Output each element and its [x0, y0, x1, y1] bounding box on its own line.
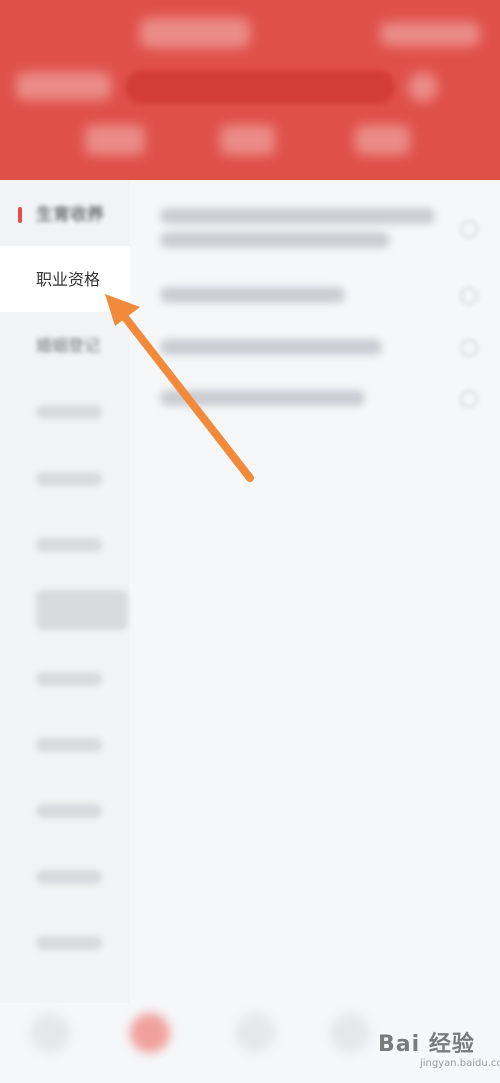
sidebar-item-blurred[interactable]: [36, 738, 102, 752]
watermark-url: jingyan.baidu.com: [420, 1058, 500, 1069]
chevron-right-icon: [460, 339, 478, 357]
sidebar-item-label: 职业资格: [36, 270, 101, 289]
sidebar-item-blurred[interactable]: [36, 672, 102, 686]
location-selector[interactable]: [16, 72, 111, 100]
tab-discover-icon[interactable]: [235, 1013, 275, 1053]
tab-services-icon[interactable]: [130, 1013, 170, 1053]
watermark-logo: Bai 经验: [378, 1032, 475, 1057]
chevron-right-icon: [460, 390, 478, 408]
header-tab-3[interactable]: [355, 125, 410, 155]
sidebar-item-blurred[interactable]: [36, 472, 102, 486]
search-input[interactable]: [125, 70, 395, 104]
chevron-right-icon: [460, 287, 478, 305]
service-item-blurred[interactable]: [160, 287, 345, 303]
sidebar-item-blurred[interactable]: [36, 870, 102, 884]
header-tab-1[interactable]: [85, 125, 145, 155]
sidebar-item-birth-adoption[interactable]: 生育收养: [0, 180, 130, 246]
scan-icon[interactable]: [408, 72, 438, 102]
category-sidebar: 生育收养 职业资格 婚姻登记: [0, 180, 130, 1003]
service-item-blurred[interactable]: [160, 339, 382, 355]
top-header: [0, 0, 500, 180]
title-area: [140, 18, 250, 48]
top-right-action[interactable]: [380, 22, 480, 46]
header-tab-2[interactable]: [220, 125, 275, 155]
sidebar-item-blurred[interactable]: [36, 804, 102, 818]
tab-messages-icon[interactable]: [330, 1013, 370, 1053]
sidebar-item-blurred[interactable]: [36, 936, 102, 950]
service-item-blurred[interactable]: [160, 208, 435, 224]
tab-home-icon[interactable]: [30, 1013, 70, 1053]
sidebar-item-blurred[interactable]: [36, 538, 102, 552]
sidebar-item-label: 生育收养: [36, 205, 104, 225]
chevron-right-icon: [460, 220, 478, 238]
service-item-blurred[interactable]: [160, 390, 365, 406]
sidebar-item-label: 婚姻登记: [36, 336, 101, 355]
selected-indicator: [18, 207, 22, 223]
sidebar-item-blurred[interactable]: [36, 590, 128, 630]
sidebar-item-blurred[interactable]: [36, 405, 102, 419]
service-item-blurred[interactable]: [160, 232, 390, 248]
sidebar-item-marriage-registration[interactable]: 婚姻登记: [0, 312, 130, 378]
sidebar-item-professional-qualification[interactable]: 职业资格: [0, 246, 130, 312]
